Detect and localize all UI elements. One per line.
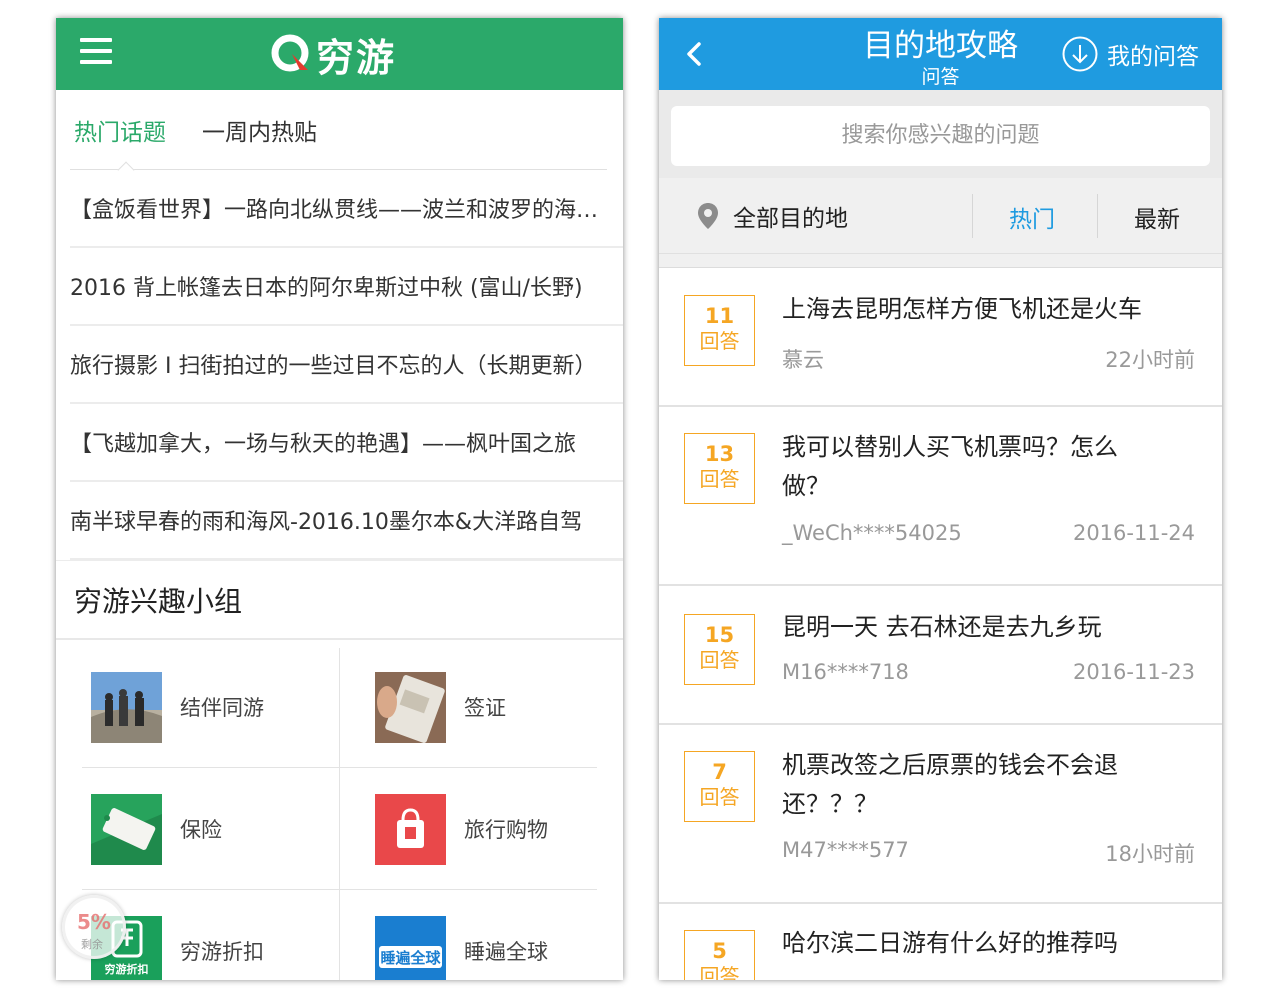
answer-count: 11 [704, 304, 735, 328]
group-label: 穷游折扣 [180, 940, 264, 964]
post-title: 【飞越加拿大，一场与秋天的艳遇】——枫叶国之旅 [70, 432, 577, 457]
filter-divider [1097, 194, 1098, 238]
group-insurance[interactable]: 保险 [56, 768, 339, 890]
filter-divider [972, 194, 973, 238]
answer-count-label: 回答 [699, 648, 740, 672]
post-title: 南半球早春的雨和海风-2016.10墨尔本&大洋路自驾 [70, 510, 583, 535]
sort-hot-button[interactable]: 热门 [1009, 200, 1055, 234]
post-item[interactable]: 旅行摄影 I 扫街拍过的一些过目不忘的人（长期更新） [70, 326, 623, 404]
insurance-tag-thumbnail [91, 793, 162, 865]
menu-icon[interactable] [80, 38, 112, 68]
post-item[interactable]: 2016 背上帐篷去日本的阿尔卑斯过中秋 (富山/长野) [70, 248, 623, 326]
question-item[interactable]: 15 回答 昆明一天 去石林还是去九乡玩 M16****718 2016-11-… [659, 586, 1222, 725]
passport-thumbnail [375, 671, 446, 743]
app-header: 穷游 [56, 18, 623, 90]
answer-count: 7 [712, 760, 727, 784]
qyer-home-screen: 穷游 热门话题 一周内热贴 【盒饭看世界】一路向北纵贯线——波兰和波罗的海三国 … [56, 18, 623, 980]
question-author: _WeCh****54025 [782, 521, 962, 545]
question-title: 哈尔滨二日游有什么好的推荐吗 [782, 929, 1118, 957]
download-circle-icon [1062, 36, 1098, 72]
answer-count: 5 [712, 939, 727, 963]
filter-bar: 全部目的地 热门 最新 [659, 178, 1222, 254]
question-item[interactable]: 7 回答 机票改签之后原票的钱会不会退还？？？ M47****577 18小时前 [659, 725, 1222, 904]
question-time: 22小时前 [1105, 348, 1195, 372]
post-item[interactable]: 【飞越加拿大，一场与秋天的艳遇】——枫叶国之旅 [70, 404, 623, 482]
group-label: 旅行购物 [464, 818, 548, 842]
question-author: M47****577 [782, 838, 909, 862]
my-qa-button[interactable]: 我的问答 [1061, 35, 1199, 73]
logo-q-icon [270, 32, 314, 76]
interest-groups-grid: 结伴同游 签证 保险 旅行购物 穷游折扣 穷游折扣 睡遍全球 睡遍全球 [56, 640, 623, 980]
question-author: 慕云 [782, 348, 824, 372]
answer-count: 13 [704, 442, 735, 466]
answer-count-badge: 15 回答 [684, 614, 755, 685]
tabs-divider [70, 169, 607, 170]
group-section-title: 穷游兴趣小组 [56, 560, 623, 640]
badge-percent: 5% [77, 910, 111, 934]
question-item[interactable]: 11 回答 上海去昆明怎样方便飞机还是火车 慕云 22小时前 [659, 268, 1222, 407]
search-input[interactable]: 搜索你感兴趣的问题 [671, 106, 1210, 166]
qyer-logo: 穷游 [270, 30, 396, 80]
svg-text:穷游折扣: 穷游折扣 [105, 962, 149, 976]
search-bar: 搜索你感兴趣的问题 [659, 90, 1222, 178]
group-visa[interactable]: 签证 [340, 646, 623, 768]
post-title: 2016 背上帐篷去日本的阿尔卑斯过中秋 (富山/长野) [70, 276, 583, 301]
answer-count: 15 [704, 623, 735, 647]
question-item[interactable]: 13 回答 我可以替别人买飞机票吗？怎么做？ _WeCh****54025 20… [659, 407, 1222, 586]
answer-count-label: 回答 [699, 964, 740, 980]
group-travel-shopping[interactable]: 旅行购物 [340, 768, 623, 890]
answer-count-label: 回答 [699, 785, 740, 809]
my-qa-label: 我的问答 [1107, 44, 1199, 70]
post-item[interactable]: 【盒饭看世界】一路向北纵贯线——波兰和波罗的海三国 [70, 170, 623, 248]
hikers-thumbnail [91, 671, 162, 743]
location-pin-icon [698, 202, 718, 229]
discount-float-badge[interactable]: 5% 剩余 [62, 895, 126, 959]
group-label: 签证 [464, 696, 506, 720]
group-label: 睡遍全球 [464, 940, 548, 964]
answer-count-badge: 11 回答 [684, 295, 755, 366]
question-title: 昆明一天 去石林还是去九乡玩 [782, 613, 1102, 641]
group-travel-companion[interactable]: 结伴同游 [56, 646, 339, 768]
sort-newest-button[interactable]: 最新 [1134, 200, 1180, 234]
destination-qa-screen: 目的地攻略 问答 我的问答 搜索你感兴趣的问题 全部目的地 热门 最新 11 回… [659, 18, 1222, 980]
tab-weekly-hot[interactable]: 一周内热贴 [202, 113, 317, 147]
shopping-bag-thumbnail [375, 793, 446, 865]
post-item[interactable]: 南半球早春的雨和海风-2016.10墨尔本&大洋路自驾 [70, 482, 623, 560]
answer-count-badge: 7 回答 [684, 751, 755, 822]
question-title: 上海去昆明怎样方便飞机还是火车 [782, 295, 1142, 323]
group-label: 保险 [180, 818, 222, 842]
question-time: 2016-11-23 [1072, 660, 1195, 684]
question-title: 我可以替别人买飞机票吗？怎么做？ [782, 433, 1118, 500]
topic-tabs: 热门话题 一周内热贴 [56, 90, 623, 179]
answer-count-badge: 13 回答 [684, 433, 755, 504]
question-title: 机票改签之后原票的钱会不会退还？？？ [782, 751, 1118, 818]
question-item[interactable]: 5 回答 哈尔滨二日游有什么好的推荐吗 [659, 904, 1222, 980]
list-spacer [659, 254, 1222, 268]
badge-remaining: 剩余 [81, 938, 103, 951]
answer-count-badge: 5 回答 [684, 930, 755, 980]
group-label: 结伴同游 [180, 696, 264, 720]
destination-filter-label: 全部目的地 [733, 205, 848, 232]
answer-count-label: 回答 [699, 467, 740, 491]
post-title: 旅行摄影 I 扫街拍过的一些过目不忘的人（长期更新） [70, 354, 597, 379]
sleep-world-thumbnail: 睡遍全球 [375, 915, 446, 980]
question-time: 18小时前 [1105, 842, 1195, 866]
destination-filter[interactable]: 全部目的地 [697, 199, 848, 233]
logo-text: 穷游 [316, 35, 397, 80]
tab-hot-topics[interactable]: 热门话题 [74, 113, 166, 147]
svg-text:睡遍全球: 睡遍全球 [380, 949, 441, 967]
group-sleep-around-world[interactable]: 睡遍全球 睡遍全球 [340, 890, 623, 980]
app-header: 目的地攻略 问答 我的问答 [659, 18, 1222, 90]
question-author: M16****718 [782, 660, 909, 684]
answer-count-label: 回答 [699, 329, 740, 353]
post-title: 【盒饭看世界】一路向北纵贯线——波兰和波罗的海三国 [70, 198, 616, 223]
question-time: 2016-11-24 [1072, 521, 1195, 545]
